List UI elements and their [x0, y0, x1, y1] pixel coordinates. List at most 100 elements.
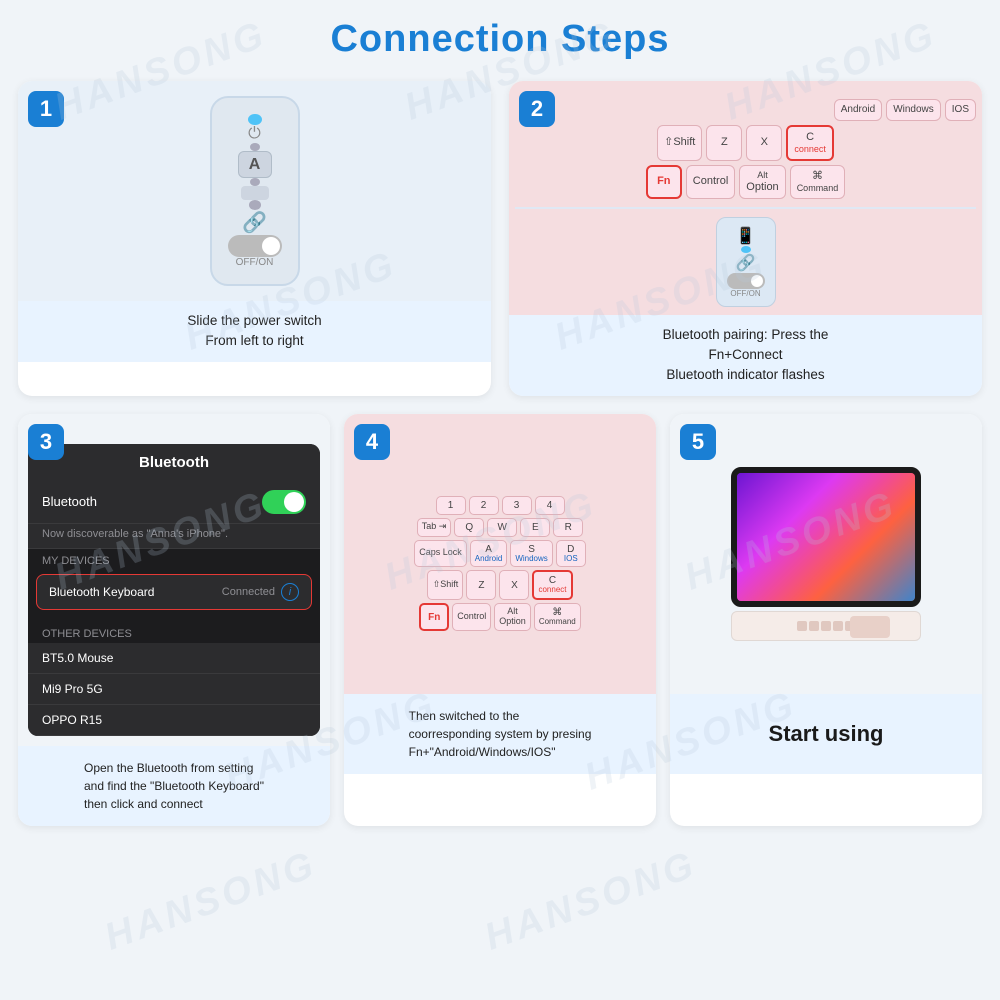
- step-5-number: 5: [680, 424, 716, 460]
- kb-qwer-row: Tab ⇥ Q W E R: [352, 518, 648, 537]
- key-command: ⌘Command: [790, 165, 846, 199]
- device-dot2: [250, 178, 260, 186]
- bt-other-1[interactable]: BT5.0 Mouse: [28, 643, 320, 674]
- keyboard-base: [731, 611, 921, 641]
- device-led: [248, 114, 262, 125]
- kb-fn-row: Fn Control AltOption ⌘Command: [352, 603, 648, 631]
- step-2-number: 2: [519, 91, 555, 127]
- steps-top-grid: 1 ⏻ A 🔗 OFF/ON Slide the power switch Fr…: [0, 71, 1000, 414]
- device-illustration: ⏻ A 🔗 OFF/ON: [210, 96, 300, 286]
- bt-spacer: [28, 614, 320, 622]
- tablet-scene: [721, 457, 931, 651]
- step-2-image: 2 Android Windows IOS ⇧Shift Z X Cconnec…: [509, 81, 982, 315]
- key-control: Control: [686, 165, 735, 199]
- step-5-card: 5: [670, 414, 982, 826]
- step4-keyboard: 1 2 3 4 Tab ⇥ Q W E R Caps Lock AAndroid: [352, 496, 648, 634]
- device-dot1: [250, 143, 260, 151]
- kb-d: DIOS: [556, 540, 586, 568]
- step-5-image: 5: [670, 414, 982, 694]
- device-link-icon: 🔗: [242, 210, 267, 235]
- bt-toggle-row: Bluetooth: [28, 481, 320, 524]
- tablet-wallpaper: [737, 473, 915, 601]
- kb-x: X: [499, 570, 529, 600]
- device-rect: [241, 186, 269, 201]
- tablet-screen: [731, 467, 921, 607]
- kb-c: Cconnect: [532, 570, 572, 600]
- page-title: Connection Steps: [0, 0, 1000, 71]
- key-c-connect: Cconnect: [786, 125, 834, 161]
- tiny-key-2: [809, 621, 819, 631]
- bt-label: Bluetooth: [42, 494, 97, 509]
- bt-other-devices-label: OTHER DEVICES: [28, 622, 320, 643]
- step-2-card: 2 Android Windows IOS ⇧Shift Z X Cconnec…: [509, 81, 982, 396]
- step-3-card: 3 Bluetooth Bluetooth Now discoverable a…: [18, 414, 330, 826]
- kb-2: 2: [469, 496, 499, 515]
- step2-divider: [515, 207, 976, 209]
- kb-4: 4: [535, 496, 565, 515]
- step-5-desc: Start using: [670, 694, 982, 774]
- step2-system-keys: Android Windows IOS: [515, 99, 976, 121]
- kb-1: 1: [436, 496, 466, 515]
- device-power-icon: ⏻: [248, 125, 261, 143]
- bluetooth-settings-panel: Bluetooth Bluetooth Now discoverable as …: [28, 444, 320, 736]
- bt-keyboard-device[interactable]: Bluetooth Keyboard Connected i: [36, 574, 312, 610]
- kb-a: AAndroid: [470, 540, 508, 568]
- bt-toggle-knob: [284, 492, 304, 512]
- device-key-a: A: [238, 151, 272, 177]
- kb-z: Z: [466, 570, 496, 600]
- tiny-key-4: [833, 621, 843, 631]
- kb-cmd: ⌘Command: [534, 603, 581, 631]
- device-switch: [228, 235, 282, 257]
- key-android: Android: [834, 99, 882, 121]
- step-4-desc: Then switched to the coorresponding syst…: [344, 694, 656, 774]
- bt-device-status-area: Connected i: [222, 583, 299, 601]
- small-device-icon: 📱: [736, 226, 756, 246]
- steps-bottom-grid: 3 Bluetooth Bluetooth Now discoverable a…: [0, 414, 1000, 836]
- bt-other-3[interactable]: OPPO R15: [28, 705, 320, 736]
- step-1-image: 1 ⏻ A 🔗 OFF/ON: [18, 81, 491, 301]
- small-device-knob: [751, 275, 763, 287]
- bt-info-icon[interactable]: i: [281, 583, 299, 601]
- step-1-card: 1 ⏻ A 🔗 OFF/ON Slide the power switch Fr…: [18, 81, 491, 396]
- device-switch-knob: [262, 237, 280, 255]
- kb-keys-tiny: [797, 621, 855, 631]
- bt-other-2[interactable]: Mi9 Pro 5G: [28, 674, 320, 705]
- kb-s: SWindows: [510, 540, 552, 568]
- bt-discoverable-text: Now discoverable as "Anna's iPhone".: [28, 524, 320, 549]
- kb-q: Q: [454, 518, 484, 537]
- device-dot3: [249, 200, 261, 210]
- kb-3: 3: [502, 496, 532, 515]
- step-1-desc: Slide the power switch From left to righ…: [18, 301, 491, 362]
- small-device-link: 🔗: [736, 253, 756, 273]
- step2-keys-top: Android Windows IOS ⇧Shift Z X Cconnect …: [515, 91, 976, 199]
- kb-tab: Tab ⇥: [417, 518, 452, 537]
- bt-device-name: Bluetooth Keyboard: [49, 585, 154, 599]
- kb-capslock: Caps Lock: [414, 540, 467, 568]
- small-device-switch: [727, 273, 765, 289]
- small-device: 📱 🔗 OFF/ON: [716, 217, 776, 307]
- key-fn: Fn: [646, 165, 682, 199]
- bt-toggle[interactable]: [262, 490, 306, 514]
- kb-asd-row: Caps Lock AAndroid SWindows DIOS: [352, 540, 648, 568]
- tablet-with-keyboard: [731, 467, 921, 641]
- key-x: X: [746, 125, 782, 161]
- kb-w: W: [487, 518, 517, 537]
- kb-e: E: [520, 518, 550, 537]
- device-offon-label: OFF/ON: [236, 257, 274, 268]
- step-3-image: 3 Bluetooth Bluetooth Now discoverable a…: [18, 414, 330, 746]
- small-device-label: OFF/ON: [730, 289, 760, 298]
- key-shift: ⇧Shift: [657, 125, 702, 161]
- kb-alt-option: AltOption: [494, 603, 531, 631]
- bt-panel-title: Bluetooth: [28, 444, 320, 481]
- key-windows: Windows: [886, 99, 941, 121]
- tiny-key-3: [821, 621, 831, 631]
- trackpad: [850, 616, 890, 638]
- kb-zxc-row: ⇧Shift Z X Cconnect: [352, 570, 648, 600]
- kb-fn: Fn: [419, 603, 449, 631]
- bt-device-status: Connected: [222, 586, 275, 598]
- step-4-number: 4: [354, 424, 390, 460]
- kb-ctrl: Control: [452, 603, 491, 631]
- key-z: Z: [706, 125, 742, 161]
- step-2-desc: Bluetooth pairing: Press the Fn+Connect …: [509, 315, 982, 396]
- key-option: AltOption: [739, 165, 785, 199]
